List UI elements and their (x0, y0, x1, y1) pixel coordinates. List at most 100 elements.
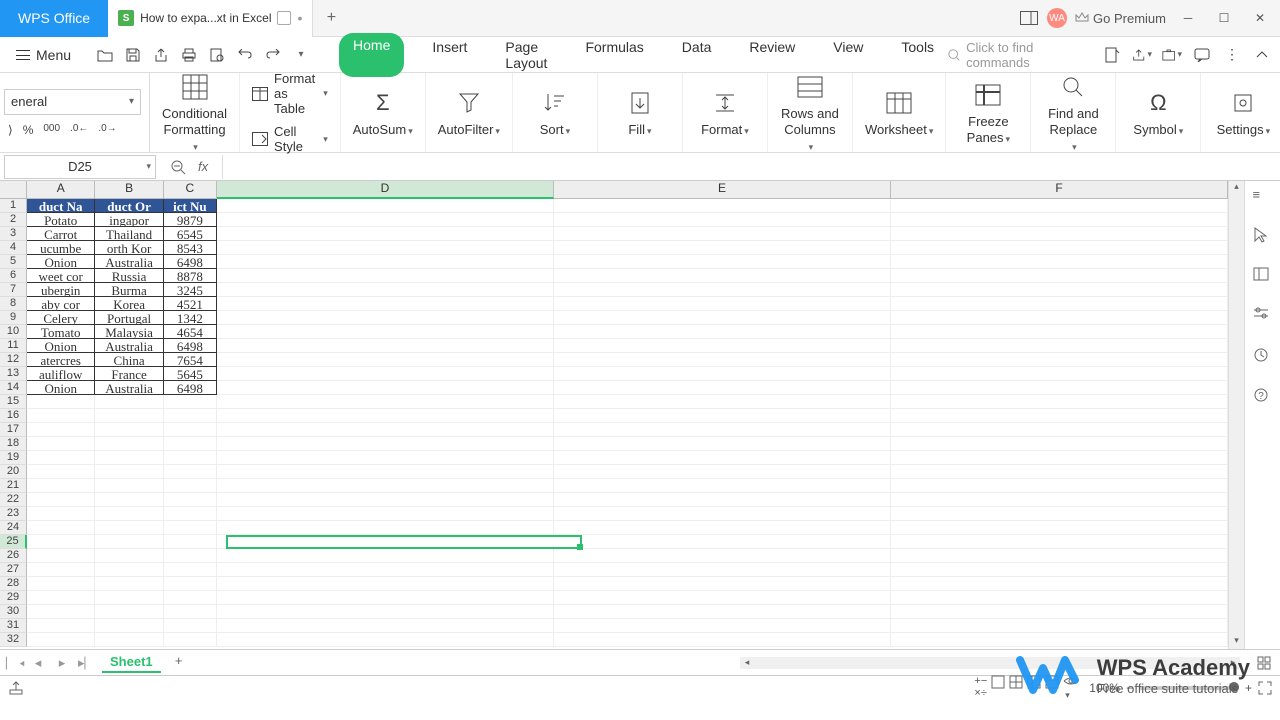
cell[interactable]: ingapor (95, 213, 163, 227)
history-icon[interactable] (1253, 347, 1273, 367)
cell[interactable] (217, 255, 554, 269)
cell[interactable] (95, 563, 163, 577)
sheet-tab[interactable]: Sheet1 (102, 652, 161, 673)
cell[interactable] (891, 381, 1228, 395)
cell[interactable] (217, 367, 554, 381)
cell[interactable] (95, 577, 163, 591)
cell[interactable] (891, 353, 1228, 367)
pdf-icon[interactable] (1102, 45, 1122, 65)
cell[interactable] (217, 241, 554, 255)
cell[interactable] (95, 633, 163, 647)
vertical-scrollbar[interactable]: ▴ ▾ (1228, 181, 1244, 649)
cell[interactable] (554, 255, 891, 269)
cell[interactable] (164, 633, 217, 647)
cell[interactable] (27, 409, 95, 423)
row-header[interactable]: 1 (0, 199, 27, 213)
cell[interactable] (891, 367, 1228, 381)
cell[interactable] (891, 451, 1228, 465)
conditional-formatting-button[interactable]: Conditional Formatting▾ (162, 72, 227, 152)
percent-icon[interactable]: % (23, 123, 34, 137)
increase-decimal-icon[interactable]: .0← (70, 123, 88, 137)
cell-area[interactable]: duct Naduct Orict NuPotatoingapor9879Car… (27, 199, 1228, 649)
cell[interactable] (891, 479, 1228, 493)
cell[interactable] (891, 521, 1228, 535)
zoom-level[interactable]: 100% (1089, 681, 1120, 695)
print-preview-icon[interactable] (207, 45, 227, 65)
cell[interactable] (554, 409, 891, 423)
cell[interactable] (554, 605, 891, 619)
cell[interactable]: Australia (95, 339, 163, 353)
tab-tools[interactable]: Tools (891, 33, 944, 77)
cell[interactable] (554, 465, 891, 479)
cell[interactable]: auliflow (27, 367, 95, 381)
cell[interactable] (217, 437, 554, 451)
cell[interactable]: Thailand (95, 227, 163, 241)
cell[interactable] (27, 591, 95, 605)
cell[interactable] (217, 521, 554, 535)
drag-handle-icon[interactable]: ≡ (1253, 187, 1273, 207)
cell[interactable] (891, 577, 1228, 591)
column-header[interactable]: F (891, 181, 1228, 199)
settings-button[interactable]: Settings▾ (1213, 88, 1273, 138)
cell[interactable] (891, 339, 1228, 353)
horizontal-scrollbar[interactable]: ◂ ▸ (740, 657, 1240, 669)
cell[interactable]: ucumbe (27, 241, 95, 255)
maximize-button[interactable]: ☐ (1210, 4, 1238, 32)
cell[interactable]: duct Or (95, 199, 163, 213)
cell[interactable]: Australia (95, 381, 163, 395)
cell[interactable] (27, 465, 95, 479)
cell[interactable] (891, 493, 1228, 507)
cell[interactable] (891, 325, 1228, 339)
fill-button[interactable]: Fill▾ (610, 88, 670, 138)
chat-icon[interactable] (1192, 45, 1212, 65)
more-icon[interactable]: ▾ (291, 45, 311, 65)
column-header[interactable]: E (554, 181, 891, 199)
cell[interactable]: Celery (27, 311, 95, 325)
cell[interactable] (891, 437, 1228, 451)
cell[interactable] (554, 521, 891, 535)
row-header[interactable]: 23 (0, 507, 27, 521)
cell[interactable] (554, 339, 891, 353)
cell[interactable]: Onion (27, 339, 95, 353)
row-header[interactable]: 14 (0, 381, 27, 395)
cell[interactable] (217, 577, 554, 591)
cell[interactable]: ubergin (27, 283, 95, 297)
cell[interactable] (95, 591, 163, 605)
row-header[interactable]: 31 (0, 619, 27, 633)
cell[interactable]: 8878 (164, 269, 217, 283)
row-header[interactable]: 6 (0, 269, 27, 283)
cell[interactable]: Korea (95, 297, 163, 311)
cell[interactable] (217, 269, 554, 283)
cell[interactable] (217, 549, 554, 563)
properties-icon[interactable] (1253, 267, 1273, 287)
row-header[interactable]: 30 (0, 605, 27, 619)
formula-input[interactable] (222, 155, 1280, 179)
quick-calc-icon[interactable]: +−×÷ (974, 675, 987, 701)
tab-review[interactable]: Review (739, 33, 805, 77)
cell[interactable] (554, 535, 891, 549)
cell[interactable] (217, 311, 554, 325)
cell[interactable]: 4654 (164, 325, 217, 339)
cell[interactable] (217, 507, 554, 521)
cell[interactable]: Australia (95, 255, 163, 269)
autosum-button[interactable]: Σ AutoSum▾ (353, 88, 413, 138)
cell[interactable] (27, 437, 95, 451)
cell[interactable] (164, 507, 217, 521)
layout-icon[interactable] (991, 675, 1005, 701)
eye-icon[interactable]: ▾ (1063, 675, 1079, 701)
row-header[interactable]: 24 (0, 521, 27, 535)
cell[interactable] (164, 479, 217, 493)
cell[interactable] (217, 493, 554, 507)
cell[interactable]: Burma (95, 283, 163, 297)
view-page-icon[interactable] (1027, 675, 1041, 701)
cell[interactable] (891, 605, 1228, 619)
cell[interactable]: Russia (95, 269, 163, 283)
cell[interactable] (554, 437, 891, 451)
row-header[interactable]: 32 (0, 633, 27, 647)
cell[interactable] (891, 591, 1228, 605)
cell[interactable] (554, 283, 891, 297)
cell[interactable] (554, 591, 891, 605)
panel-toggle-icon[interactable] (1019, 8, 1039, 28)
tab-data[interactable]: Data (672, 33, 722, 77)
cell[interactable] (217, 283, 554, 297)
